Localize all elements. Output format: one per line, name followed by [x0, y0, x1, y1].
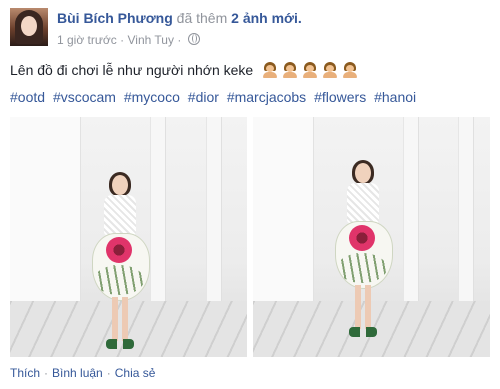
post-header: Bùi Bích Phương đã thêm 2 ảnh mới.	[57, 10, 302, 26]
caption-text: Lên đồ đi chơi lễ như người nhớn keke	[10, 62, 254, 78]
hashtag-list: #ootd #vscocam #mycoco #dior #marcjacobs…	[10, 89, 420, 105]
hashtag-link[interactable]: #flowers	[314, 89, 366, 105]
action-separator: ·	[106, 366, 111, 380]
globe-icon[interactable]	[187, 33, 200, 45]
wall-column	[206, 117, 222, 317]
action-text: đã thêm	[176, 10, 228, 26]
like-link[interactable]: Thích	[10, 366, 40, 380]
woman-emoji	[322, 62, 337, 78]
post-meta: 1 giờ trước · Vinh Tuy ·	[57, 33, 200, 47]
hashtag-link[interactable]: #dior	[188, 89, 219, 105]
action-separator: ·	[44, 366, 49, 380]
woman-emoji	[263, 62, 278, 78]
wall-panel	[10, 117, 81, 307]
woman-emoji	[283, 62, 297, 78]
avatar-face	[21, 16, 37, 36]
author-avatar[interactable]	[10, 8, 48, 46]
hashtag-link[interactable]: #vscocam	[53, 89, 116, 105]
post-photo-1[interactable]	[10, 117, 247, 357]
emoji-row	[263, 62, 359, 81]
post-caption: Lên đồ đi chơi lễ như người nhớn keke	[10, 62, 359, 81]
woman-emoji	[342, 62, 357, 78]
hashtag-link[interactable]: #hanoi	[374, 89, 416, 105]
wall-column	[458, 117, 474, 317]
post-actions: Thích · Bình luận · Chia sẻ	[10, 366, 155, 380]
location-link[interactable]: Vinh Tuy	[127, 33, 173, 47]
hashtag-link[interactable]: #marcjacobs	[227, 89, 306, 105]
meta-separator: ·	[120, 33, 125, 47]
comment-link[interactable]: Bình luận	[52, 366, 103, 380]
new-photos-link[interactable]: 2 ảnh mới.	[231, 10, 302, 26]
hashtag-link[interactable]: #ootd	[10, 89, 45, 105]
timestamp-link[interactable]: 1 giờ trước	[57, 33, 117, 47]
author-name-link[interactable]: Bùi Bích Phương	[57, 10, 173, 26]
wall-panel	[253, 117, 314, 307]
post-photo-2[interactable]	[253, 117, 490, 357]
wall-column	[150, 117, 166, 317]
wall-column	[403, 117, 419, 317]
meta-separator: ·	[177, 33, 182, 47]
woman-emoji	[302, 62, 317, 78]
hashtag-link[interactable]: #mycoco	[124, 89, 180, 105]
share-link[interactable]: Chia sẻ	[115, 366, 156, 380]
